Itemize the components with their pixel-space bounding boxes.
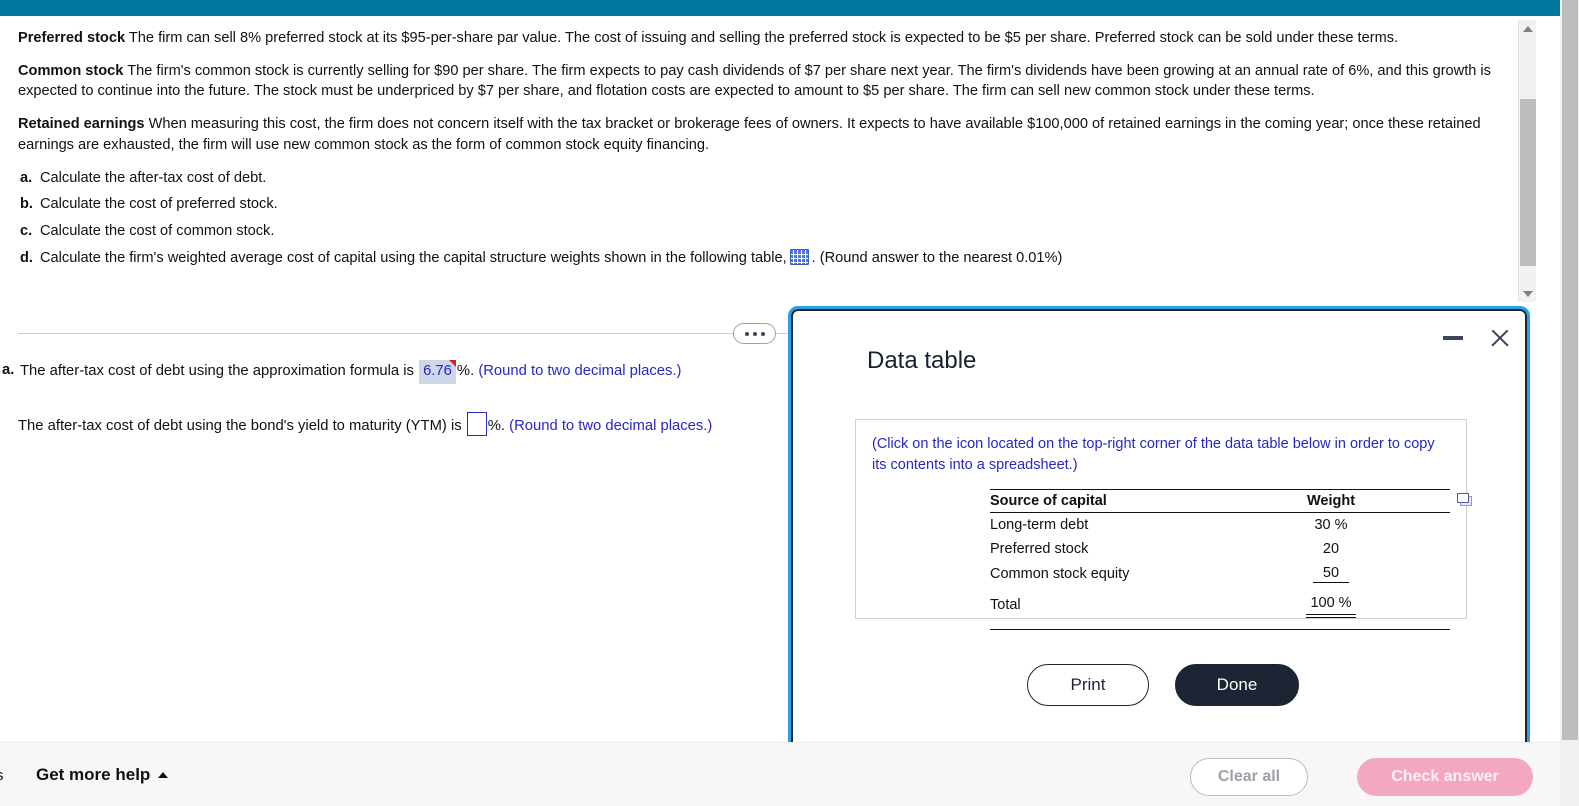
answer-marker: a. — [2, 362, 15, 378]
cell-source: Common stock equity — [990, 566, 1130, 583]
print-button[interactable]: Print — [1027, 664, 1149, 706]
cell-source: Preferred stock — [990, 541, 1089, 558]
question-item-d: d. Calculate the firm's weighted average… — [18, 248, 1499, 269]
question-item-c: c. Calculate the cost of common stock. — [18, 221, 1499, 242]
copy-to-spreadsheet-icon[interactable] — [1457, 493, 1474, 507]
table-header-spacer — [1390, 489, 1450, 514]
answer-hint: (Round to two decimal places.) — [509, 418, 713, 435]
answer-prompt: The after-tax cost of debt using the bon… — [18, 418, 462, 435]
data-table-note: (Click on the icon located on the top-ri… — [872, 436, 1435, 473]
scroll-down-arrow-icon[interactable] — [1519, 285, 1537, 302]
answer-prompt: The after-tax cost of debt using the app… — [20, 363, 414, 379]
chevron-up-icon — [158, 772, 169, 778]
more-options-ellipsis-button[interactable] — [733, 323, 776, 344]
capital-structure-table: Source of capital Weight Long-term debt … — [990, 489, 1450, 619]
answer-input-ytm[interactable] — [466, 412, 487, 437]
answer-flag-icon — [448, 360, 456, 367]
dialog-title: Data table — [867, 347, 977, 374]
dialog-window-controls — [1443, 327, 1511, 349]
dialog-button-row: Print Done — [1027, 664, 1299, 706]
cell-source: Long-term debt — [990, 517, 1089, 534]
close-icon[interactable] — [1489, 327, 1511, 349]
cell-weight: 50 — [1272, 561, 1390, 587]
problem-statement-pane: Preferred stock The firm can sell 8% pre… — [0, 18, 1535, 304]
get-more-help-label: Get more help — [36, 765, 151, 784]
page-scrollbar-thumb[interactable] — [1562, 0, 1578, 740]
question-marker: d. — [20, 249, 33, 266]
question-text-suffix: . (Round answer to the nearest 0.01%) — [811, 249, 1063, 266]
app-root: Preferred stock The firm can sell 8% pre… — [0, 0, 1579, 806]
table-row: Common stock equity 50 — [990, 561, 1450, 587]
minimize-icon[interactable] — [1443, 336, 1463, 340]
table-bottom-rule — [990, 629, 1450, 631]
bottom-toolbar: s Get more help — [0, 742, 1560, 806]
paragraph-common-stock: Common stock The firm's common stock is … — [18, 61, 1499, 102]
answer-input-approximation[interactable]: 6.76 — [419, 360, 456, 385]
question-item-a: a. Calculate the after-tax cost of debt. — [18, 168, 1499, 189]
percent-label: %. — [487, 418, 506, 435]
copy-icon-front-rect — [1457, 493, 1469, 504]
percent-label: %. — [456, 363, 475, 379]
get-more-help-button[interactable]: Get more help — [36, 765, 169, 785]
paragraph-body: The firm's common stock is currently sel… — [18, 62, 1491, 100]
question-marker: c. — [20, 223, 33, 240]
paragraph-lead: Common stock — [18, 62, 124, 79]
cut-off-text: s — [0, 767, 4, 784]
cell-source-total: Total — [990, 597, 1021, 614]
paragraph-lead: Preferred stock — [18, 30, 126, 46]
clear-all-button[interactable]: Clear all — [1190, 758, 1308, 796]
dot-icon — [760, 331, 765, 336]
cell-weight-total: 100 % — [1272, 587, 1390, 619]
cell-total-value: 100 % — [1306, 595, 1356, 619]
question-text: Calculate the after-tax cost of debt. — [40, 169, 267, 186]
table-row: Preferred stock 20 — [990, 537, 1450, 561]
cell-weight: 30 % — [1314, 517, 1348, 534]
question-item-b: b. Calculate the cost of preferred stock… — [18, 194, 1499, 215]
cell-weight: 20 — [1322, 541, 1340, 558]
problem-pane-scrollbar[interactable] — [1518, 20, 1536, 302]
check-answer-button[interactable]: Check answer — [1357, 758, 1533, 796]
paragraph-retained-earnings: Retained earnings When measuring this co… — [18, 114, 1499, 155]
paragraph-preferred-stock: Preferred stock The firm can sell 8% pre… — [18, 28, 1499, 49]
question-marker: a. — [20, 169, 33, 186]
paragraph-lead: Retained earnings — [18, 116, 145, 133]
done-button[interactable]: Done — [1175, 664, 1299, 706]
top-header-bar — [0, 0, 1579, 16]
answer-value: 6.76 — [423, 363, 452, 379]
cell-spacer — [1390, 537, 1450, 561]
question-list: a. Calculate the after-tax cost of debt.… — [18, 168, 1499, 269]
question-marker: b. — [20, 196, 33, 213]
cell-weight-value: 50 — [1312, 565, 1350, 584]
scroll-up-arrow-icon[interactable] — [1519, 20, 1537, 37]
dot-icon — [752, 331, 757, 336]
question-text: Calculate the firm's weighted average co… — [40, 249, 787, 266]
dot-icon — [744, 331, 749, 336]
answer-hint: (Round to two decimal places.) — [478, 363, 682, 379]
paragraph-body: When measuring this cost, the firm does … — [18, 116, 1481, 153]
table-row: Long-term debt 30 % — [990, 513, 1450, 538]
table-header-source: Source of capital — [990, 489, 1272, 514]
data-table-container: (Click on the icon located on the top-ri… — [855, 419, 1472, 631]
question-text: Calculate the cost of preferred stock. — [40, 196, 278, 213]
data-table-dialog: Data table (Click on the icon located on… — [788, 306, 1530, 761]
question-text: Calculate the cost of common stock. — [40, 223, 275, 240]
page-scrollbar[interactable] — [1560, 0, 1579, 806]
table-header-weight: Weight — [1272, 489, 1390, 514]
cell-spacer — [1390, 561, 1450, 587]
paragraph-body: The firm can sell 8% preferred stock at … — [128, 30, 1399, 46]
table-header-row: Source of capital Weight — [990, 489, 1450, 514]
cell-spacer — [1390, 587, 1450, 619]
table-total-row: Total 100 % — [990, 587, 1450, 619]
scrollbar-thumb[interactable] — [1520, 99, 1536, 266]
data-table-grid-icon[interactable] — [789, 248, 809, 265]
data-table-wrap: Source of capital Weight Long-term debt … — [990, 489, 1472, 631]
cell-spacer — [1390, 513, 1450, 538]
